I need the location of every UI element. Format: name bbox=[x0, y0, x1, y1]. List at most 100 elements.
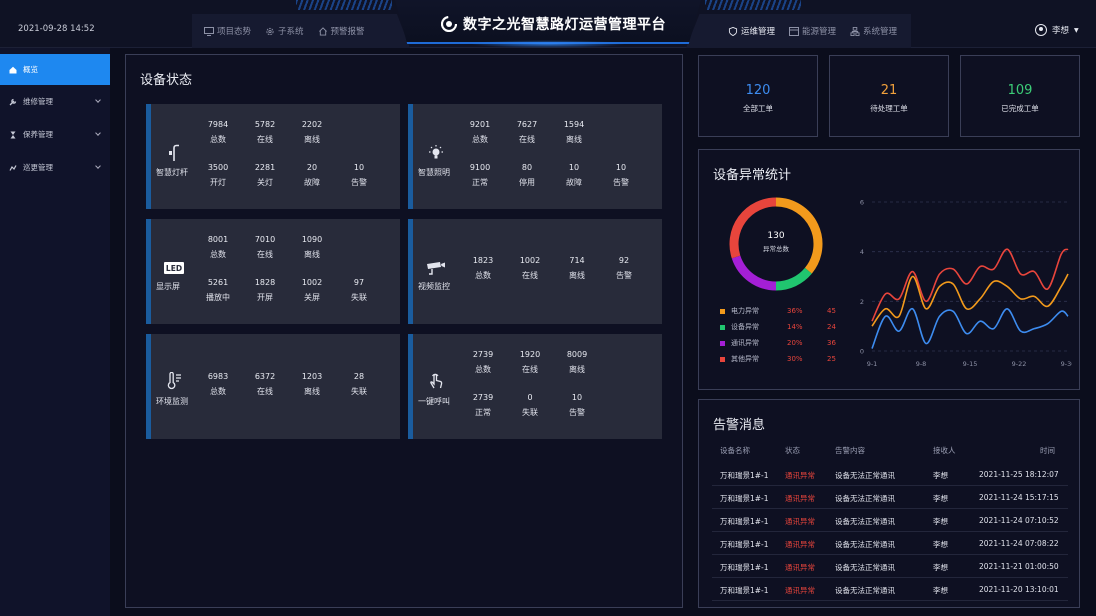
gear-icon bbox=[266, 27, 274, 35]
legend-swatch bbox=[720, 340, 725, 346]
user-menu[interactable]: 李想 ▼ bbox=[1035, 24, 1079, 36]
nav-label: 预警报警 bbox=[330, 27, 365, 37]
cell-status: 通讯异常 bbox=[785, 540, 815, 549]
cell-status: 通讯异常 bbox=[785, 517, 815, 526]
table-row[interactable]: 万和瑞景1#-1 通讯异常 设备无法正常通讯 李想 2021-11-21 01:00:5… bbox=[712, 555, 1068, 578]
kpi-pending-orders[interactable]: 21 待处理工单 bbox=[829, 55, 949, 137]
cell-status: 通讯异常 bbox=[785, 494, 815, 503]
smart-pole-icon bbox=[163, 142, 185, 164]
panel-title: 告警消息 bbox=[713, 418, 766, 433]
cell-time: 2021-11-21 01:00:50 bbox=[979, 562, 1059, 571]
sidebar-item-overview[interactable]: 概览 bbox=[0, 54, 110, 85]
wrench-icon bbox=[9, 98, 17, 105]
device-card-smart-pole[interactable]: 智慧灯杆 7984 总数 5782 在线 2202 离线 3500 开灯 2281 关灯 … bbox=[146, 104, 400, 209]
nav-project-status[interactable]: 项目态势 bbox=[204, 25, 251, 37]
device-name: 一键呼叫 bbox=[418, 397, 450, 406]
stat-online: 1920 在线 bbox=[519, 350, 541, 374]
donut-slice bbox=[731, 255, 777, 291]
device-card-environment[interactable]: 环境监测 6983 总数 6372 在线 1203 离线 28 失联 bbox=[146, 334, 400, 439]
cell-receiver: 李想 bbox=[933, 471, 948, 480]
legend-swatch bbox=[720, 324, 725, 330]
stat-offline: 2202 离线 bbox=[301, 120, 323, 144]
card-accent-bar bbox=[408, 334, 413, 439]
x-tick-label: 9-1 bbox=[867, 360, 878, 368]
nav-system-management[interactable]: 系统管理 bbox=[850, 25, 897, 37]
sidebar-item-maintenance[interactable]: 保养管理 bbox=[0, 118, 110, 151]
title-glow bbox=[470, 40, 626, 48]
sidebar-item-label: 保养管理 bbox=[23, 130, 53, 139]
nav-subsystem[interactable]: 子系统 bbox=[265, 25, 304, 37]
col-header-receiver: 接收人 bbox=[933, 446, 956, 455]
right-nav: 运维管理 能源管理 系统管理 bbox=[728, 25, 897, 37]
stat-alarm: 10 告警 bbox=[613, 163, 629, 187]
kpi-all-orders[interactable]: 120 全部工单 bbox=[698, 55, 818, 137]
x-tick-label: 9-30 bbox=[1061, 360, 1072, 368]
device-card-display-screen[interactable]: LED 显示屏 8001 总数 7010 在线 1090 离线 5261 播放中 182… bbox=[146, 219, 400, 324]
stat-alarm: 10 告警 bbox=[569, 393, 585, 417]
device-card-one-key-call[interactable]: 一键呼叫 2739 总数 1920 在线 8009 离线 2739 正常 0 失联 10 告… bbox=[408, 334, 662, 439]
table-row[interactable]: 万和瑞景1#-1 通讯异常 设备无法正常通讯 李想 2021-11-24 07:08:2… bbox=[712, 532, 1068, 555]
stat-light-on: 3500 开灯 bbox=[207, 163, 229, 187]
stat-lost: 28 失联 bbox=[351, 372, 367, 396]
stat-online: 1002 在线 bbox=[519, 256, 541, 280]
decor-stripes-right bbox=[705, 0, 801, 10]
cell-content: 设备无法正常通讯 bbox=[835, 586, 895, 595]
card-accent-bar bbox=[408, 219, 413, 324]
col-header-device: 设备名称 bbox=[720, 446, 750, 455]
sidebar-item-patrol[interactable]: 巡更管理 bbox=[0, 151, 110, 184]
cell-content: 设备无法正常通讯 bbox=[835, 494, 895, 503]
sidebar-item-repair[interactable]: 维修管理 bbox=[0, 85, 110, 118]
y-tick-label: 6 bbox=[860, 199, 864, 207]
cell-status: 通讯异常 bbox=[785, 471, 815, 480]
kpi-label: 全部工单 bbox=[743, 104, 773, 113]
cell-content: 设备无法正常通讯 bbox=[835, 563, 895, 572]
logo-icon bbox=[441, 16, 457, 32]
cell-time: 2021-11-24 07:08:22 bbox=[979, 539, 1059, 548]
device-card-smart-lighting[interactable]: 智慧照明 9201 总数 7627 在线 1594 离线 9100 正常 80 停用 10… bbox=[408, 104, 662, 209]
cell-receiver: 李想 bbox=[933, 517, 948, 526]
legend-name: 其他异常 bbox=[731, 355, 759, 363]
panel-title: 设备异常统计 bbox=[713, 168, 792, 183]
table-row[interactable]: 万和瑞景1#-1 通讯异常 设备无法正常通讯 李想 2021-11-20 13:10:0… bbox=[712, 578, 1068, 601]
x-tick-label: 9-8 bbox=[916, 360, 927, 368]
stat-total: 7984 总数 bbox=[207, 120, 229, 144]
stat-normal: 9100 正常 bbox=[469, 163, 491, 187]
hand-icon bbox=[425, 370, 447, 392]
sidebar-item-label: 维修管理 bbox=[23, 97, 53, 106]
nav-energy-management[interactable]: 能源管理 bbox=[789, 25, 836, 37]
col-header-time: 时间 bbox=[1040, 446, 1055, 455]
stat-playing: 5261 播放中 bbox=[206, 278, 230, 302]
stat-lost: 0 失联 bbox=[522, 393, 538, 417]
chevron-down-icon bbox=[95, 130, 101, 136]
stat-alarm: 10 告警 bbox=[351, 163, 367, 187]
hourglass-icon bbox=[10, 131, 16, 138]
table-row[interactable]: 万和瑞景1#-1 通讯异常 设备无法正常通讯 李想 2021-11-24 07:10:5… bbox=[712, 509, 1068, 532]
stat-lost: 97 失联 bbox=[351, 278, 367, 302]
cell-device: 万和瑞景1#-1 bbox=[720, 517, 769, 526]
legend-swatch bbox=[720, 356, 725, 362]
stat-online: 7627 在线 bbox=[516, 120, 538, 144]
sidebar: 概览 维修管理 保养管理 巡更管理 bbox=[0, 48, 110, 616]
stat-fault: 20 故障 bbox=[304, 163, 320, 187]
nav-early-warning[interactable]: 预警报警 bbox=[318, 25, 365, 37]
decor-stripes-left bbox=[296, 0, 392, 10]
legend-comm: 通讯异常 20% 36 bbox=[720, 338, 836, 348]
table-row[interactable]: 万和瑞景1#-1 通讯异常 设备无法正常通讯 李想 2021-11-25 18:12:0… bbox=[712, 463, 1068, 486]
y-tick-label: 0 bbox=[860, 348, 864, 356]
legend-count: 24 bbox=[827, 323, 836, 331]
table-row[interactable]: 万和瑞景1#-1 通讯异常 设备无法正常通讯 李想 2021-11-24 15:17:1… bbox=[712, 486, 1068, 509]
card-accent-bar bbox=[408, 104, 413, 209]
house-icon bbox=[318, 26, 327, 36]
legend-count: 25 bbox=[827, 355, 836, 363]
nav-ops-management[interactable]: 运维管理 bbox=[728, 25, 775, 37]
kpi-completed-orders[interactable]: 109 已完成工单 bbox=[960, 55, 1080, 137]
app-title-text: 数字之光智慧路灯运营管理平台 bbox=[463, 17, 666, 33]
thermometer-icon bbox=[163, 370, 185, 392]
stat-total: 6983 总数 bbox=[207, 372, 229, 396]
sidebar-item-label: 概览 bbox=[23, 65, 38, 74]
kpi-value: 120 bbox=[745, 83, 771, 98]
legend-name: 电力异常 bbox=[731, 307, 759, 315]
device-card-video-surveillance[interactable]: 视频监控 1823 总数 1002 在线 714 离线 92 告警 bbox=[408, 219, 662, 324]
donut-total-label: 异常总数 bbox=[763, 245, 789, 253]
legend-device: 设备异常 14% 24 bbox=[720, 322, 836, 332]
